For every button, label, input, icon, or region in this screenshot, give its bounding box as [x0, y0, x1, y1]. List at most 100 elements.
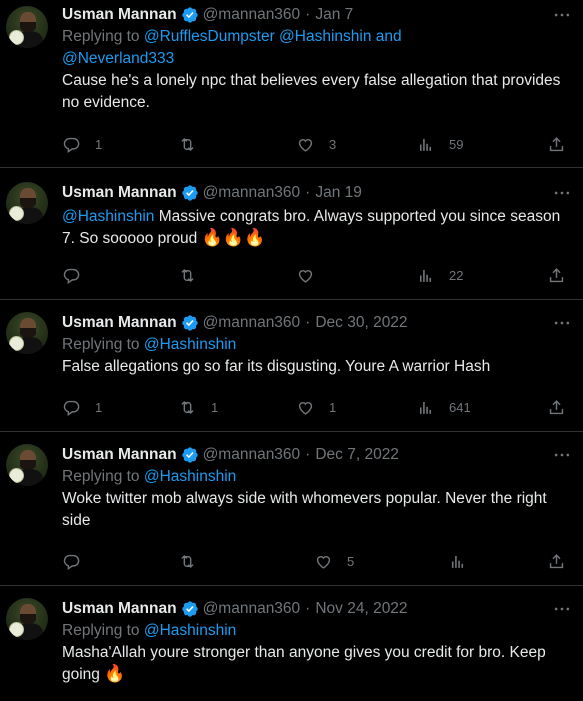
like-button[interactable]: 3 [296, 135, 336, 154]
more-icon[interactable] [547, 598, 577, 620]
tweet-mention[interactable]: @Hashinshin [62, 208, 154, 225]
retweet-button[interactable]: 1 [178, 398, 218, 417]
avatar[interactable] [6, 312, 48, 354]
verified-badge-icon [181, 314, 199, 332]
views-button[interactable] [448, 552, 467, 571]
avatar[interactable] [6, 444, 48, 486]
more-icon[interactable] [547, 182, 577, 204]
views-icon [416, 266, 435, 285]
replying-to-label: Replying to [62, 468, 140, 485]
views-button[interactable]: 641 [416, 398, 471, 417]
like-icon [296, 266, 315, 285]
verified-badge-icon [181, 6, 199, 24]
retweet-icon [178, 552, 197, 571]
author-handle[interactable]: @mannan360 [203, 314, 301, 332]
replying-to-mentions[interactable]: @RufflesDumpster @Hashinshin and [144, 28, 402, 45]
avatar[interactable] [6, 6, 48, 48]
tweet-body: Masha'Allah youre stronger than anyone g… [62, 644, 546, 683]
like-count: 1 [329, 399, 337, 415]
author-name[interactable]: Usman Mannan [62, 314, 177, 332]
separator-dot: · [305, 446, 311, 463]
tweet[interactable]: Usman Mannan @mannan360 · Jan 19 @Hashin… [0, 168, 583, 300]
view-count: 22 [449, 267, 464, 283]
reply-button[interactable] [62, 552, 81, 571]
separator-dot: · [305, 314, 311, 331]
tweet[interactable]: Usman Mannan @mannan360 · Dec 30, 2022 R… [0, 300, 583, 432]
replying-to: Replying to @RufflesDumpster @Hashinshin… [62, 26, 573, 70]
author-handle[interactable]: @mannan360 [203, 184, 301, 202]
replying-to: Replying to @Hashinshin [62, 620, 573, 642]
separator-dot: · [305, 6, 311, 23]
share-icon [547, 398, 566, 417]
views-button[interactable]: 59 [416, 135, 463, 154]
more-icon[interactable] [547, 4, 577, 26]
fire-emoji: 🔥 [104, 664, 126, 683]
like-button[interactable]: 5 [314, 552, 354, 571]
share-icon [547, 135, 566, 154]
more-icon[interactable] [547, 444, 577, 466]
tweet-text: @Hashinshin Massive congrats bro. Always… [62, 206, 573, 250]
author-name[interactable]: Usman Mannan [62, 600, 177, 618]
verified-badge-icon [181, 446, 199, 464]
views-button[interactable]: 22 [416, 266, 463, 285]
tweet[interactable]: Usman Mannan @mannan360 · Nov 24, 2022 R… [0, 586, 583, 701]
tweet-text: Woke twitter mob always side with whomev… [62, 490, 547, 529]
tweet-date[interactable]: Jan 19 [315, 184, 362, 202]
tweet-date[interactable]: Dec 30, 2022 [315, 314, 407, 332]
retweet-icon [178, 266, 197, 285]
like-count: 3 [329, 136, 337, 152]
replying-to-label: Replying to [62, 336, 140, 353]
tweet-date[interactable]: Jan 7 [315, 6, 353, 24]
reply-icon [62, 135, 81, 154]
views-icon [448, 552, 467, 571]
retweet-button[interactable] [178, 266, 197, 285]
replying-to-mentions[interactable]: @Hashinshin [144, 622, 236, 639]
share-icon [547, 552, 566, 571]
tweet-text: Masha'Allah youre stronger than anyone g… [62, 642, 573, 686]
author-handle[interactable]: @mannan360 [203, 446, 301, 464]
share-button[interactable] [547, 398, 566, 417]
like-button[interactable] [296, 266, 315, 285]
like-icon [296, 398, 315, 417]
tweet[interactable]: Usman Mannan @mannan360 · Jan 7 Replying… [0, 0, 583, 168]
view-count: 641 [449, 399, 471, 415]
reply-icon [62, 398, 81, 417]
avatar[interactable] [6, 182, 48, 224]
replying-to-mentions[interactable]: @Hashinshin [144, 468, 236, 485]
like-button[interactable]: 1 [296, 398, 336, 417]
like-count: 5 [347, 553, 355, 569]
retweet-icon [178, 135, 197, 154]
tweet-text: Cause he's a lonely npc that believes ev… [62, 72, 561, 111]
reply-count: 1 [95, 399, 103, 415]
retweet-button[interactable] [178, 135, 197, 154]
views-icon [416, 135, 435, 154]
share-button[interactable] [547, 552, 566, 571]
retweet-count: 1 [211, 399, 219, 415]
tweet-date[interactable]: Dec 7, 2022 [315, 446, 399, 464]
retweet-button[interactable] [178, 552, 197, 571]
separator-dot: · [305, 184, 311, 201]
replying-to-mentions[interactable]: @Hashinshin [144, 336, 236, 353]
author-name[interactable]: Usman Mannan [62, 184, 177, 202]
author-name[interactable]: Usman Mannan [62, 6, 177, 24]
more-icon[interactable] [547, 312, 577, 334]
reply-button[interactable] [62, 266, 81, 285]
reply-button[interactable]: 1 [62, 135, 102, 154]
share-button[interactable] [547, 135, 566, 154]
retweet-icon [178, 398, 197, 417]
author-handle[interactable]: @mannan360 [203, 6, 301, 24]
author-name[interactable]: Usman Mannan [62, 446, 177, 464]
avatar[interactable] [6, 598, 48, 640]
like-icon [296, 135, 315, 154]
share-button[interactable] [547, 266, 566, 285]
share-icon [547, 266, 566, 285]
replying-to: Replying to @Hashinshin [62, 466, 573, 488]
author-handle[interactable]: @mannan360 [203, 600, 301, 618]
like-icon [314, 552, 333, 571]
replying-to-label: Replying to [62, 622, 140, 639]
view-count: 59 [449, 136, 464, 152]
replying-to-mentions-cont[interactable]: @Neverland333 [62, 50, 174, 67]
tweet-date[interactable]: Nov 24, 2022 [315, 600, 407, 618]
tweet[interactable]: Usman Mannan @mannan360 · Dec 7, 2022 Re… [0, 432, 583, 586]
reply-button[interactable]: 1 [62, 398, 102, 417]
